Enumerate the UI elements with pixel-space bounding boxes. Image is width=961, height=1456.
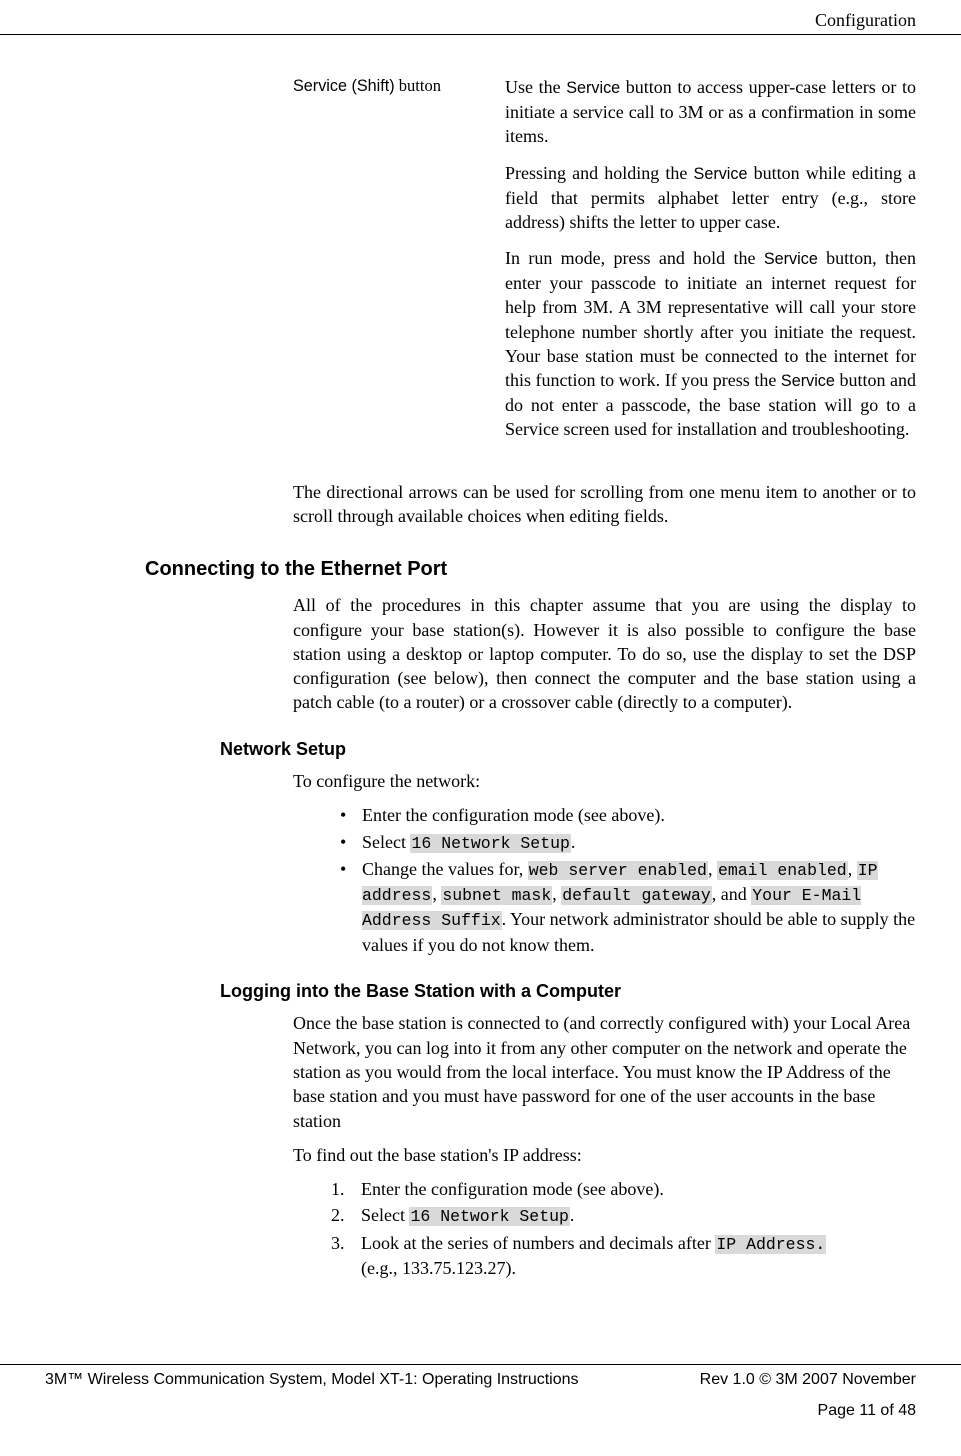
heading-logging-in: Logging into the Base Station with a Com… xyxy=(220,979,916,1003)
footer-row: 3M™ Wireless Communication System, Model… xyxy=(45,1369,916,1391)
login-paragraph: Once the base station is connected to (a… xyxy=(293,1011,916,1132)
definition-row: Service (Shift) button Use the Service b… xyxy=(293,75,916,441)
network-bullets: Enter the configuration mode (see above)… xyxy=(340,803,916,957)
def-para-3: In run mode, press and hold the Service … xyxy=(505,246,916,442)
footer-left: 3M™ Wireless Communication System, Model… xyxy=(45,1369,579,1391)
heading-network-setup: Network Setup xyxy=(220,737,916,761)
ethernet-paragraph: All of the procedures in this chapter as… xyxy=(293,593,916,714)
footer-page: Page 11 of 48 xyxy=(45,1400,916,1422)
step-2: Select 16 Network Setup. xyxy=(331,1203,916,1228)
page-content: Service (Shift) button Use the Service b… xyxy=(0,35,961,1342)
def-para-2: Pressing and holding the Service button … xyxy=(505,161,916,234)
page-footer: 3M™ Wireless Communication System, Model… xyxy=(0,1364,961,1422)
bullet-3: Change the values for, web server enable… xyxy=(340,857,916,957)
term-serif: button xyxy=(395,76,441,95)
step-3: Look at the series of numbers and decima… xyxy=(331,1231,916,1281)
heading-ethernet: Connecting to the Ethernet Port xyxy=(145,556,916,583)
step-1: Enter the configuration mode (see above)… xyxy=(331,1177,916,1201)
login-steps: Enter the configuration mode (see above)… xyxy=(331,1177,916,1280)
definition-term: Service (Shift) button xyxy=(293,75,505,441)
network-intro: To configure the network: xyxy=(293,769,916,793)
page-header: Configuration xyxy=(0,0,961,35)
scroll-paragraph: The directional arrows can be used for s… xyxy=(293,480,916,529)
bullet-1: Enter the configuration mode (see above)… xyxy=(340,803,916,827)
bullet-2: Select 16 Network Setup. xyxy=(340,830,916,855)
header-section: Configuration xyxy=(815,10,916,30)
def-para-1: Use the Service button to access upper-c… xyxy=(505,75,916,148)
footer-right: Rev 1.0 © 3M 2007 November xyxy=(700,1369,916,1391)
definition-body: Use the Service button to access upper-c… xyxy=(505,75,916,441)
login-find-ip: To find out the base station's IP addres… xyxy=(293,1143,916,1167)
term-sans: Service (Shift) xyxy=(293,77,395,95)
